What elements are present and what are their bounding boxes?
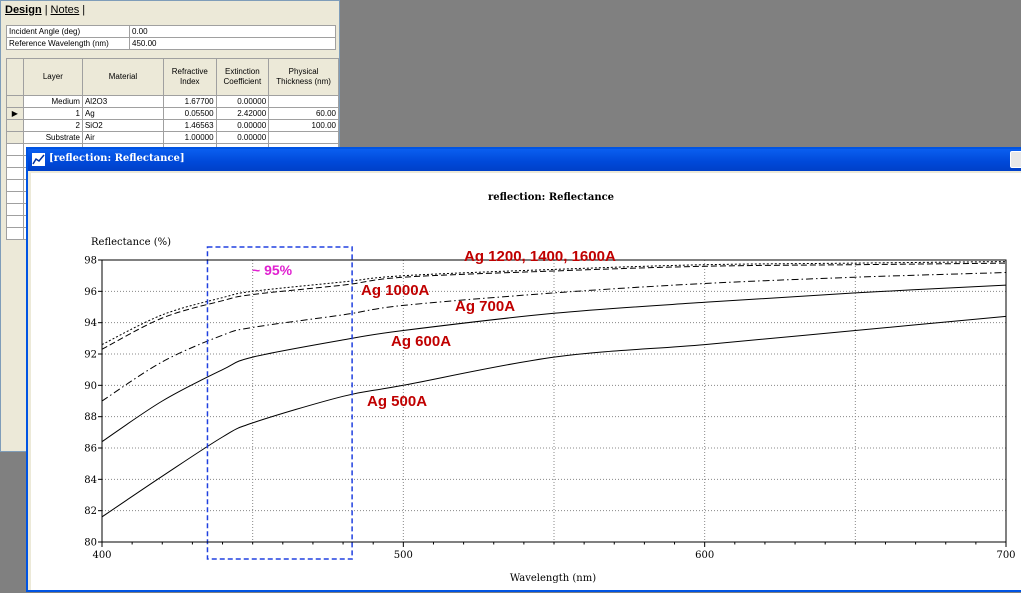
ref-wavelength-row: Reference Wavelength (nm) 450.00 xyxy=(6,37,336,50)
material-cell[interactable]: Al2O3 xyxy=(81,95,165,108)
tab-separator: | xyxy=(82,4,86,16)
extinction-coefficient-cell[interactable]: 0.00000 xyxy=(215,119,270,132)
y-tick-label: 86 xyxy=(84,444,97,455)
y-tick-label: 80 xyxy=(84,538,97,549)
material-cell[interactable]: Air xyxy=(81,131,165,144)
annotation-ag-1000: Ag 1000A xyxy=(361,282,430,299)
y-tick-label: 98 xyxy=(84,256,97,267)
y-axis-label: Reflectance (%) xyxy=(91,237,171,248)
row-indicator xyxy=(6,131,24,144)
highlight-box xyxy=(206,246,353,560)
tab-strip: Design | Notes | xyxy=(5,4,88,16)
chart-area: reflection: Reflectance Reflectance (%) … xyxy=(31,173,1021,590)
annotation-ag-600: Ag 600A xyxy=(391,333,451,350)
grid xyxy=(98,259,1007,547)
x-axis-label: Wavelength (nm) xyxy=(510,573,596,584)
material-cell[interactable]: SiO2 xyxy=(81,119,165,132)
row-indicator xyxy=(6,215,24,228)
row-indicator xyxy=(6,179,24,192)
y-tick-label: 88 xyxy=(84,412,97,423)
x-tick-label: 500 xyxy=(394,550,413,561)
thickness-cell[interactable]: 60.00 xyxy=(268,107,339,120)
chart-title: reflection: Reflectance xyxy=(488,192,614,203)
tab-notes[interactable]: Notes xyxy=(51,4,80,16)
layer-cell[interactable]: 2 xyxy=(22,119,83,132)
row-indicator xyxy=(6,227,24,240)
ref-wavelength-field[interactable]: 450.00 xyxy=(129,37,336,50)
y-tick-label: 82 xyxy=(84,506,97,517)
y-tick-label: 90 xyxy=(84,381,97,392)
extinction-coefficient-cell[interactable]: 0.00000 xyxy=(215,131,270,144)
table-row[interactable]: ▶ 1 Ag 0.05500 2.42000 60.00 xyxy=(6,107,339,120)
refractive-index-cell[interactable]: 1.00000 xyxy=(163,131,217,144)
row-indicator xyxy=(6,191,24,204)
thickness-cell[interactable]: 100.00 xyxy=(268,119,339,132)
y-tick-label: 92 xyxy=(84,350,97,361)
row-indicator xyxy=(6,203,24,216)
row-indicator xyxy=(6,143,24,156)
chart-window-icon xyxy=(32,153,45,166)
series-line-4 xyxy=(101,262,1007,350)
layer-cell[interactable]: 1 xyxy=(22,107,83,120)
x-tick-label: 600 xyxy=(695,550,714,561)
reflectance-chart: reflection: Reflectance Reflectance (%) … xyxy=(84,192,1015,584)
row-indicator xyxy=(6,167,24,180)
current-row-arrow-icon: ▶ xyxy=(6,107,24,120)
y-tick-label: 84 xyxy=(84,475,97,486)
y-tick-label: 94 xyxy=(84,318,97,329)
incident-angle-row: Incident Angle (deg) 0.00 xyxy=(6,25,336,38)
row-indicator xyxy=(6,95,24,108)
chart-window-titlebar[interactable]: [reflection: Reflectance] xyxy=(28,149,1021,171)
ref-wavelength-label: Reference Wavelength (nm) xyxy=(6,37,130,50)
material-cell[interactable]: Ag xyxy=(81,107,165,120)
y-tick-label: 96 xyxy=(84,287,97,298)
design-properties-table: Incident Angle (deg) 0.00 Reference Wave… xyxy=(6,25,336,50)
tab-design[interactable]: Design xyxy=(5,4,42,16)
annotation-ag-700: Ag 700A xyxy=(455,298,515,315)
row-indicator-header xyxy=(6,58,24,96)
annotation-ag-1200-1400-1600: Ag 1200, 1400, 1600A xyxy=(464,248,616,265)
row-indicator xyxy=(6,119,24,132)
refractive-index-cell[interactable]: 1.67700 xyxy=(163,95,217,108)
row-indicator xyxy=(6,155,24,168)
x-tick-label: 400 xyxy=(92,550,111,561)
x-tick-label: 700 xyxy=(996,550,1015,561)
thickness-cell[interactable] xyxy=(268,95,339,108)
refractive-index-cell[interactable]: 0.05500 xyxy=(163,107,217,120)
incident-angle-label: Incident Angle (deg) xyxy=(6,25,130,38)
extinction-coefficient-cell[interactable]: 2.42000 xyxy=(215,107,270,120)
tick-labels: 80 82 84 86 88 90 92 94 96 98 400 500 600 700 xyxy=(84,256,1015,562)
physical-thickness-header[interactable]: Physical Thickness (nm) xyxy=(268,58,339,96)
layer-header[interactable]: Layer xyxy=(22,58,83,96)
annotation-95-percent: ~ 95% xyxy=(252,262,293,278)
table-row[interactable]: Substrate Air 1.00000 0.00000 xyxy=(6,131,339,144)
window-control-button[interactable] xyxy=(1010,151,1021,168)
table-row[interactable]: 2 SiO2 1.46563 0.00000 100.00 xyxy=(6,119,339,132)
extinction-coefficient-header[interactable]: Extinction Coefficient xyxy=(215,58,270,96)
extinction-coefficient-cell[interactable]: 0.00000 xyxy=(215,95,270,108)
layers-header-row: Layer Material Refractive Index Extincti… xyxy=(6,58,339,96)
layer-cell[interactable]: Substrate xyxy=(22,131,83,144)
material-header[interactable]: Material xyxy=(81,58,165,96)
thickness-cell[interactable] xyxy=(268,131,339,144)
tab-separator: | xyxy=(44,4,48,16)
chart-window-title: [reflection: Reflectance] xyxy=(49,153,185,164)
annotation-ag-500: Ag 500A xyxy=(367,393,427,410)
refractive-index-cell[interactable]: 1.46563 xyxy=(163,119,217,132)
layer-cell[interactable]: Medium xyxy=(22,95,83,108)
table-row[interactable]: Medium Al2O3 1.67700 0.00000 xyxy=(6,95,339,108)
incident-angle-field[interactable]: 0.00 xyxy=(129,25,336,38)
refractive-index-header[interactable]: Refractive Index xyxy=(163,58,217,96)
chart-window: [reflection: Reflectance] reflection: Re… xyxy=(26,147,1021,592)
